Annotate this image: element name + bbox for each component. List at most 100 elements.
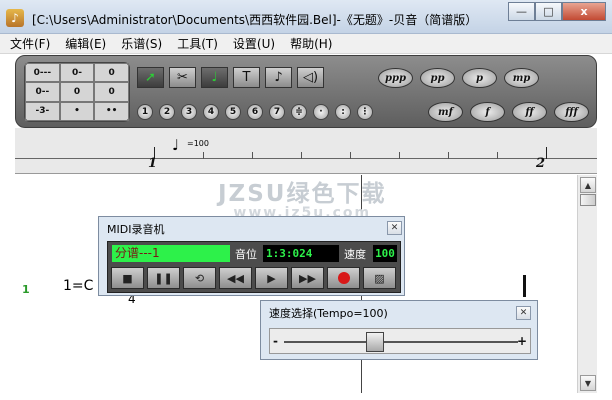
track-display: 分谱---1 [112, 245, 230, 262]
loop-icon[interactable]: ⟲ [183, 267, 216, 289]
scissors-icon[interactable]: ✂ [169, 67, 196, 88]
speaker-icon[interactable]: ◁) [297, 67, 324, 88]
tempo-slider[interactable]: - + [269, 328, 531, 354]
beat-tick [448, 152, 449, 159]
quarter-note-icon: ♩ [172, 136, 180, 154]
window-title: [C:\Users\Administrator\Documents\西西软件园.… [32, 13, 478, 27]
menu-score[interactable]: 乐谱(S) [121, 35, 162, 52]
tempo-dialog: 速度选择(Tempo=100) ✕ - + [260, 300, 538, 360]
dynamic-pp-button[interactable]: pp [420, 68, 455, 88]
dynamic-p-button[interactable]: p [462, 68, 497, 88]
tempo-marking: =100 [187, 139, 209, 148]
duration-dotted-half[interactable]: 0-- [25, 82, 60, 102]
title-bar: ♪ [C:\Users\Administrator\Documents\西西软件… [0, 0, 612, 34]
dynamic-f-button[interactable]: f [470, 102, 505, 122]
measure-number-2: 2 [536, 156, 546, 171]
pitch-6-button[interactable]: 6 [247, 104, 263, 120]
measure-ruler: ♩ =100 1 2 [15, 128, 597, 174]
watermark: JZSU绿色下载 www.jz5u.com [218, 174, 386, 221]
transport-controls: ■ ❚❚ ⟲ ◀◀ ▶ ▶▶ ▨ [111, 267, 399, 289]
watermark-logo: JZSU绿色下载 [218, 181, 387, 207]
record-options-icon[interactable]: ▨ [363, 267, 396, 289]
stop-icon[interactable]: ■ [111, 267, 144, 289]
lyrics-icon[interactable]: ♪ [265, 67, 292, 88]
toolbar: 0--- 0- 0 0-- 0 0 -3- • •• ➚ ✂ ♩ T ♪ ◁) … [15, 55, 597, 128]
menu-settings[interactable]: 设置(U) [233, 35, 275, 52]
scroll-up-icon[interactable]: ▲ [580, 177, 596, 193]
pitch-5-button[interactable]: 5 [225, 104, 241, 120]
speed-display: 100 [373, 245, 397, 262]
fast-forward-icon[interactable]: ▶▶ [291, 267, 324, 289]
key-signature: 1=C [63, 278, 94, 294]
duration-double-dot[interactable]: •• [94, 101, 129, 121]
slider-max-label: + [516, 334, 527, 348]
duration-half[interactable]: 0- [59, 63, 95, 83]
dynamic-mp-button[interactable]: mp [504, 68, 539, 88]
pitch-2-button[interactable]: 2 [159, 104, 175, 120]
beat-tick [252, 152, 253, 159]
record-icon[interactable] [327, 267, 360, 289]
scroll-thumb[interactable] [580, 194, 596, 206]
pitch-1-button[interactable]: 1 [137, 104, 153, 120]
beat-tick [497, 152, 498, 159]
midi-close-icon[interactable]: ✕ [387, 221, 402, 235]
tool-row: ➚ ✂ ♩ T ♪ ◁) [137, 67, 324, 88]
maximize-button[interactable]: □ [535, 2, 562, 21]
pitch-4-button[interactable]: 4 [203, 104, 219, 120]
position-label: 音位 [235, 248, 257, 261]
dynamic-mf-button[interactable]: mf [428, 102, 463, 122]
track-number: 1 [22, 283, 30, 296]
duration-triplet[interactable]: -3- [25, 101, 60, 121]
dynamic-ff-button[interactable]: ff [512, 102, 547, 122]
slider-track-line [284, 341, 518, 343]
window-controls: — □ x [508, 2, 606, 21]
end-barline [523, 275, 526, 297]
duration-palette: 0--- 0- 0 0-- 0 0 -3- • •• [24, 62, 130, 122]
speed-label: 速度 [344, 248, 366, 261]
midi-recorder-body: 分谱---1 音位 1:3:024 速度 100 ■ ❚❚ ⟲ ◀◀ ▶ ▶▶ … [107, 241, 401, 293]
midi-recorder-panel: MIDI录音机 ✕ 分谱---1 音位 1:3:024 速度 100 ■ ❚❚ … [98, 216, 405, 296]
duration-sixteenth[interactable]: 0 [94, 82, 129, 102]
dynamic-fff-button[interactable]: fff [554, 102, 589, 122]
beat-tick [203, 152, 204, 159]
tempo-close-icon[interactable]: ✕ [516, 306, 531, 320]
pause-icon[interactable]: ❚❚ [147, 267, 180, 289]
octave-2dot-button[interactable]: : [335, 104, 351, 120]
rewind-icon[interactable]: ◀◀ [219, 267, 252, 289]
pitch-7-button[interactable]: 7 [269, 104, 285, 120]
octave-3dot-button[interactable]: ⋮ [357, 104, 373, 120]
vertical-scrollbar[interactable]: ▲ ▼ [577, 175, 597, 393]
minimize-button[interactable]: — [508, 2, 535, 21]
ruler-baseline [15, 158, 597, 159]
beat-tick [399, 152, 400, 159]
pitch-number-row: 1 2 3 4 5 6 7 ≑ · : ⋮ [137, 104, 373, 120]
app-icon: ♪ [6, 9, 24, 27]
menu-edit[interactable]: 编辑(E) [65, 35, 106, 52]
note-insert-icon[interactable]: ♩ [201, 67, 228, 88]
slider-min-label: - [273, 334, 278, 348]
slider-thumb[interactable] [366, 332, 384, 352]
duration-quarter[interactable]: 0 [94, 63, 129, 83]
text-icon[interactable]: T [233, 67, 260, 88]
scroll-down-icon[interactable]: ▼ [580, 375, 596, 391]
measure-tick [546, 147, 547, 159]
pitch-3-button[interactable]: 3 [181, 104, 197, 120]
measure-number-1: 1 [148, 156, 158, 171]
duration-whole[interactable]: 0--- [25, 63, 60, 83]
duration-eighth[interactable]: 0 [59, 82, 95, 102]
menu-help[interactable]: 帮助(H) [290, 35, 332, 52]
menu-bar: 文件(F) 编辑(E) 乐谱(S) 工具(T) 设置(U) 帮助(H) [0, 34, 612, 54]
dynamic-ppp-button[interactable]: ppp [378, 68, 413, 88]
tempo-dialog-title: 速度选择(Tempo=100) [269, 307, 388, 320]
menu-file[interactable]: 文件(F) [10, 35, 50, 52]
position-display: 1:3:024 [263, 245, 339, 262]
beat-tick [301, 152, 302, 159]
octave-dot-button[interactable]: · [313, 104, 329, 120]
play-icon[interactable]: ▶ [255, 267, 288, 289]
menu-tools[interactable]: 工具(T) [177, 35, 218, 52]
midi-panel-title: MIDI录音机 [107, 223, 165, 236]
close-button[interactable]: x [562, 2, 606, 21]
duration-dot[interactable]: • [59, 101, 95, 121]
accidental-button[interactable]: ≑ [291, 104, 307, 120]
pointer-icon[interactable]: ➚ [137, 67, 164, 88]
